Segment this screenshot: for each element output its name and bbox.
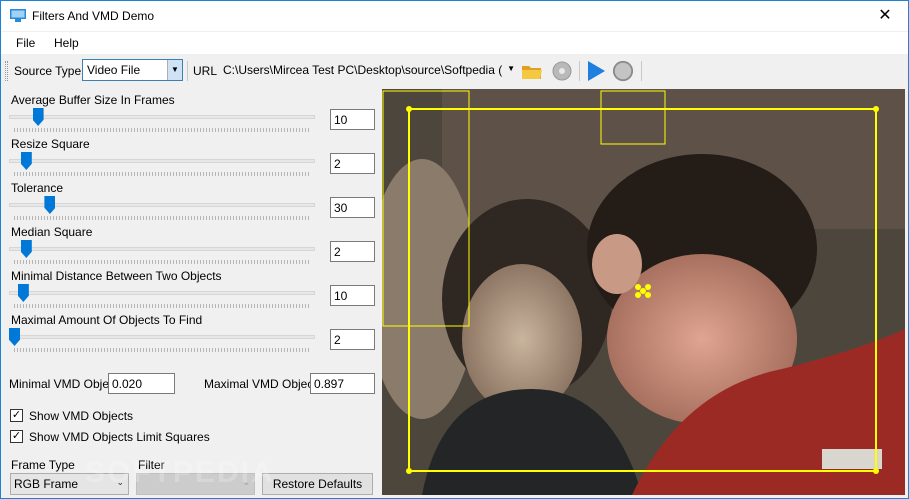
url-label: URL (193, 64, 218, 78)
toolbar-separator (641, 61, 642, 81)
slider-value-input[interactable]: 2 (330, 329, 375, 350)
toolbar-separator (187, 61, 188, 81)
source-type-label: Source Type (14, 64, 82, 78)
max-vmd-input[interactable]: 0.897 (310, 373, 375, 394)
slider-ticks (14, 216, 310, 220)
source-type-value: Video File (87, 63, 141, 77)
slider-label: Maximal Amount Of Objects To Find (11, 313, 203, 327)
hand (592, 234, 642, 294)
min-vmd-label: Minimal VMD Object (9, 377, 119, 391)
toolbar: Source Type Video File ▼ URL C:\Users\Mi… (1, 55, 908, 87)
slider-ticks (14, 128, 310, 132)
source-type-select[interactable]: Video File ▼ (82, 59, 183, 81)
app-icon (10, 9, 26, 22)
min-vmd-input[interactable]: 0.020 (108, 373, 175, 394)
softpedia-watermark: SOFTPEDIA (85, 456, 275, 489)
slider-thumb[interactable] (32, 108, 44, 126)
corner-marker (873, 468, 879, 474)
menu-file[interactable]: File (16, 36, 35, 50)
stop-icon[interactable] (612, 60, 634, 82)
menu-help[interactable]: Help (54, 36, 79, 50)
close-button[interactable]: ✕ (862, 1, 908, 31)
slider-thumb[interactable] (17, 284, 29, 302)
slider-track[interactable] (9, 247, 315, 251)
video-frame (382, 89, 905, 495)
slider-track[interactable] (9, 335, 315, 339)
slider-thumb[interactable] (44, 196, 56, 214)
url-select[interactable]: C:\Users\Mircea Test PC\Desktop\source\S… (219, 59, 517, 81)
chevron-down-icon[interactable]: ▼ (507, 64, 515, 73)
slider-label: Minimal Distance Between Two Objects (11, 269, 222, 283)
slider-label: Resize Square (11, 137, 90, 151)
url-value: C:\Users\Mircea Test PC\Desktop\source\S… (223, 63, 503, 77)
slider-track[interactable] (9, 291, 315, 295)
slider-label: Median Square (11, 225, 93, 239)
restore-defaults-button[interactable]: Restore Defaults (262, 473, 373, 495)
show-limit-squares-checkbox[interactable]: ✓ (10, 430, 23, 443)
slider-thumb[interactable] (20, 152, 32, 170)
chevron-down-icon[interactable]: ▼ (167, 60, 182, 80)
frame-type-label: Frame Type (11, 458, 75, 472)
show-vmd-objects-checkbox[interactable]: ✓ (10, 409, 23, 422)
slider-ticks (14, 260, 310, 264)
slider-label: Tolerance (11, 181, 64, 195)
disc-icon[interactable] (551, 60, 573, 82)
app-window: Filters And VMD Demo ✕ File Help Source … (0, 0, 909, 499)
slider-ticks (14, 172, 310, 176)
slider-value-input[interactable]: 2 (330, 153, 375, 174)
toolbar-separator (579, 61, 580, 81)
slider-label: Average Buffer Size In Frames (11, 93, 175, 107)
corner-marker (406, 106, 412, 112)
show-vmd-objects-label: Show VMD Objects (29, 409, 134, 423)
folder-open-icon[interactable] (521, 60, 543, 82)
slider-ticks (14, 348, 310, 352)
slider-thumb[interactable] (20, 240, 32, 258)
corner-marker (406, 468, 412, 474)
corner-marker (873, 106, 879, 112)
slider-thumb[interactable] (9, 328, 20, 346)
slider-track[interactable] (9, 159, 315, 163)
menu-bar: File Help (1, 32, 908, 54)
slider-value-input[interactable]: 10 (330, 109, 375, 130)
window-title: Filters And VMD Demo (32, 9, 155, 23)
frame-type-value: RGB Frame (14, 477, 79, 491)
slider-value-input[interactable]: 10 (330, 285, 375, 306)
show-limit-squares-label: Show VMD Objects Limit Squares (29, 430, 210, 444)
paper (822, 449, 882, 469)
slider-value-input[interactable]: 2 (330, 241, 375, 262)
toolbar-grip[interactable] (5, 61, 8, 81)
slider-track[interactable] (9, 115, 315, 119)
video-preview (382, 89, 905, 495)
max-vmd-label: Maximal VMD Object (204, 377, 317, 391)
title-bar: Filters And VMD Demo ✕ (1, 1, 908, 31)
slider-value-input[interactable]: 30 (330, 197, 375, 218)
slider-ticks (14, 304, 310, 308)
play-icon[interactable] (585, 60, 607, 82)
